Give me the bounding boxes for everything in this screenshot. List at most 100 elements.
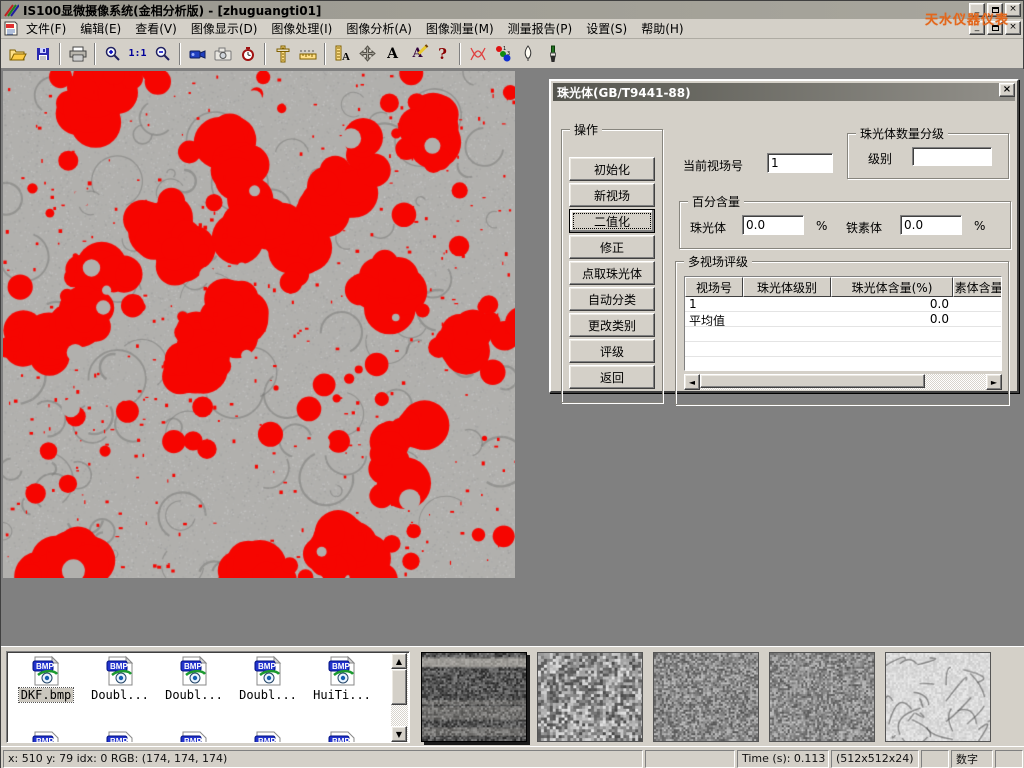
new-field-button[interactable]: 新视场 bbox=[569, 183, 655, 207]
vscroll-thumb[interactable] bbox=[391, 669, 407, 705]
file-item[interactable]: BMP Doubl... bbox=[83, 655, 157, 702]
table-row[interactable]: 1 0.0 bbox=[685, 297, 1001, 312]
help-icon[interactable]: ? bbox=[430, 41, 455, 66]
metallograph-image[interactable] bbox=[3, 71, 515, 578]
status-mode: 数字 bbox=[951, 750, 993, 768]
svg-text:BMP: BMP bbox=[36, 737, 54, 743]
classify-dots-icon[interactable]: 13 bbox=[490, 41, 515, 66]
menu-image-display[interactable]: 图像显示(D) bbox=[184, 18, 265, 39]
window-title: IS100显微摄像系统(金相分析版) - [zhuguangti01] bbox=[23, 2, 321, 19]
menu-image-measure[interactable]: 图像测量(M) bbox=[419, 18, 501, 39]
grade-label: 级别 bbox=[868, 150, 892, 167]
ferrite-unit: % bbox=[974, 219, 985, 233]
file-name[interactable]: Doubl... bbox=[237, 688, 299, 702]
measure-text-icon[interactable]: A bbox=[330, 41, 355, 66]
correct-button[interactable]: 修正 bbox=[569, 235, 655, 259]
menu-image-process[interactable]: 图像处理(I) bbox=[264, 18, 339, 39]
workspace: 珠光体(GB/T9441-88) × 操作 初始化 新视场 二值化 修正 点取珠… bbox=[1, 69, 1024, 646]
titlebar: IS100显微摄像系统(金相分析版) - [zhuguangti01] _ × bbox=[1, 1, 1023, 19]
operations-group: 操作 初始化 新视场 二值化 修正 点取珠光体 自动分类 更改类别 评级 返回 bbox=[561, 129, 663, 403]
save-icon[interactable] bbox=[30, 41, 55, 66]
file-item[interactable]: BMP Doubl... bbox=[231, 655, 305, 702]
thumbnail-5[interactable] bbox=[885, 652, 991, 742]
menu-view[interactable]: 查看(V) bbox=[128, 18, 184, 39]
file-name[interactable]: HuiTi... bbox=[311, 688, 373, 702]
grade-input[interactable] bbox=[912, 147, 992, 166]
scroll-left-icon[interactable]: ◄ bbox=[684, 374, 700, 390]
file-list[interactable]: BMP DKF.bmp BMP Doubl... BMP Doubl... BM… bbox=[6, 651, 410, 743]
binarize-button[interactable]: 二值化 bbox=[569, 209, 655, 233]
grading-table[interactable]: 视场号 珠光体级别 珠光体含量(%) 铁素体含量(%) 1 0.0 bbox=[684, 276, 1002, 371]
menu-file[interactable]: 文件(F) bbox=[19, 18, 73, 39]
menu-help[interactable]: 帮助(H) bbox=[634, 18, 690, 39]
file-name[interactable]: DKF.bmp bbox=[19, 688, 74, 702]
annotate-icon[interactable]: A bbox=[405, 41, 430, 66]
dialog-close-icon[interactable]: × bbox=[999, 83, 1015, 97]
zoom-out-icon[interactable] bbox=[150, 41, 175, 66]
table-row[interactable]: 平均值 0.0 bbox=[685, 312, 1001, 327]
change-class-button[interactable]: 更改类别 bbox=[569, 313, 655, 337]
video-camera-icon[interactable] bbox=[185, 41, 210, 66]
child-window-icon bbox=[3, 22, 19, 36]
table-hscrollbar[interactable]: ◄ ► bbox=[684, 374, 1002, 390]
move-icon[interactable] bbox=[355, 41, 380, 66]
col-pearlite-grade: 珠光体级别 bbox=[743, 277, 831, 297]
timer-icon[interactable] bbox=[235, 41, 260, 66]
brush-icon[interactable] bbox=[540, 41, 565, 66]
pen-icon[interactable] bbox=[515, 41, 540, 66]
svg-text:BMP: BMP bbox=[110, 662, 128, 671]
toolbar: 1:1 A A A ? bbox=[1, 39, 1023, 69]
scroll-down-icon[interactable]: ▼ bbox=[391, 726, 407, 742]
print-icon[interactable] bbox=[65, 41, 90, 66]
caliper-icon[interactable] bbox=[270, 41, 295, 66]
open-icon[interactable] bbox=[5, 41, 30, 66]
menu-edit[interactable]: 编辑(E) bbox=[73, 18, 128, 39]
file-name[interactable]: Doubl... bbox=[89, 688, 151, 702]
thumbnail-3[interactable] bbox=[653, 652, 759, 742]
col-ferrite-content: 铁素体含量(%) bbox=[953, 277, 1002, 297]
percent-group: 百分含量 珠光体 % 铁素体 % bbox=[679, 201, 1011, 249]
scroll-right-icon[interactable]: ► bbox=[986, 374, 1002, 390]
text-icon[interactable]: A bbox=[380, 41, 405, 66]
ferrite-label: 铁素体 bbox=[846, 219, 882, 236]
svg-text:1: 1 bbox=[503, 46, 506, 52]
pick-pearlite-button[interactable]: 点取珠光体 bbox=[569, 261, 655, 285]
current-field-label: 当前视场号 bbox=[683, 157, 743, 174]
menu-settings[interactable]: 设置(S) bbox=[579, 18, 634, 39]
menu-report[interactable]: 测量报告(P) bbox=[501, 18, 580, 39]
init-button[interactable]: 初始化 bbox=[569, 157, 655, 181]
file-name[interactable]: Doubl... bbox=[163, 688, 225, 702]
file-item[interactable]: BMP DKF.bmp bbox=[9, 655, 83, 702]
thumbnail-1[interactable] bbox=[421, 652, 527, 742]
auto-classify-button[interactable]: 自动分类 bbox=[569, 287, 655, 311]
menu-image-analysis[interactable]: 图像分析(A) bbox=[339, 18, 419, 39]
svg-text:BMP: BMP bbox=[110, 737, 128, 743]
actual-size-icon[interactable]: 1:1 bbox=[125, 41, 150, 66]
multifield-group-label: 多视场评级 bbox=[684, 253, 752, 270]
file-list-vscrollbar[interactable]: ▲ ▼ bbox=[391, 653, 408, 742]
svg-text:BMP: BMP bbox=[332, 662, 350, 671]
menubar: 文件(F) 编辑(E) 查看(V) 图像显示(D) 图像处理(I) 图像分析(A… bbox=[1, 19, 1023, 39]
thumbnail-4[interactable] bbox=[769, 652, 875, 742]
app-window: IS100显微摄像系统(金相分析版) - [zhuguangti01] _ × … bbox=[0, 0, 1024, 768]
thumbnail-2[interactable] bbox=[537, 652, 643, 742]
file-row-clipped: BMP BMP BMP BMP BMP bbox=[9, 730, 379, 743]
dialog-title: 珠光体(GB/T9441-88) bbox=[557, 84, 691, 101]
pearlite-input[interactable] bbox=[742, 215, 804, 235]
current-field-input[interactable] bbox=[767, 153, 833, 173]
return-button[interactable]: 返回 bbox=[569, 365, 655, 389]
curve-icon[interactable] bbox=[465, 41, 490, 66]
file-item[interactable]: BMP Doubl... bbox=[157, 655, 231, 702]
status-empty-3 bbox=[995, 750, 1023, 768]
zoom-in-icon[interactable] bbox=[100, 41, 125, 66]
dialog-titlebar[interactable]: 珠光体(GB/T9441-88) bbox=[553, 83, 1015, 101]
file-item[interactable]: BMP HuiTi... bbox=[305, 655, 379, 702]
camera-icon[interactable] bbox=[210, 41, 235, 66]
scroll-up-icon[interactable]: ▲ bbox=[391, 653, 407, 669]
hscroll-thumb[interactable] bbox=[700, 374, 925, 388]
pearlite-label: 珠光体 bbox=[690, 219, 726, 236]
grade-button[interactable]: 评级 bbox=[569, 339, 655, 363]
ruler-icon[interactable] bbox=[295, 41, 320, 66]
ferrite-input[interactable] bbox=[900, 215, 962, 235]
status-empty-2 bbox=[921, 750, 949, 768]
